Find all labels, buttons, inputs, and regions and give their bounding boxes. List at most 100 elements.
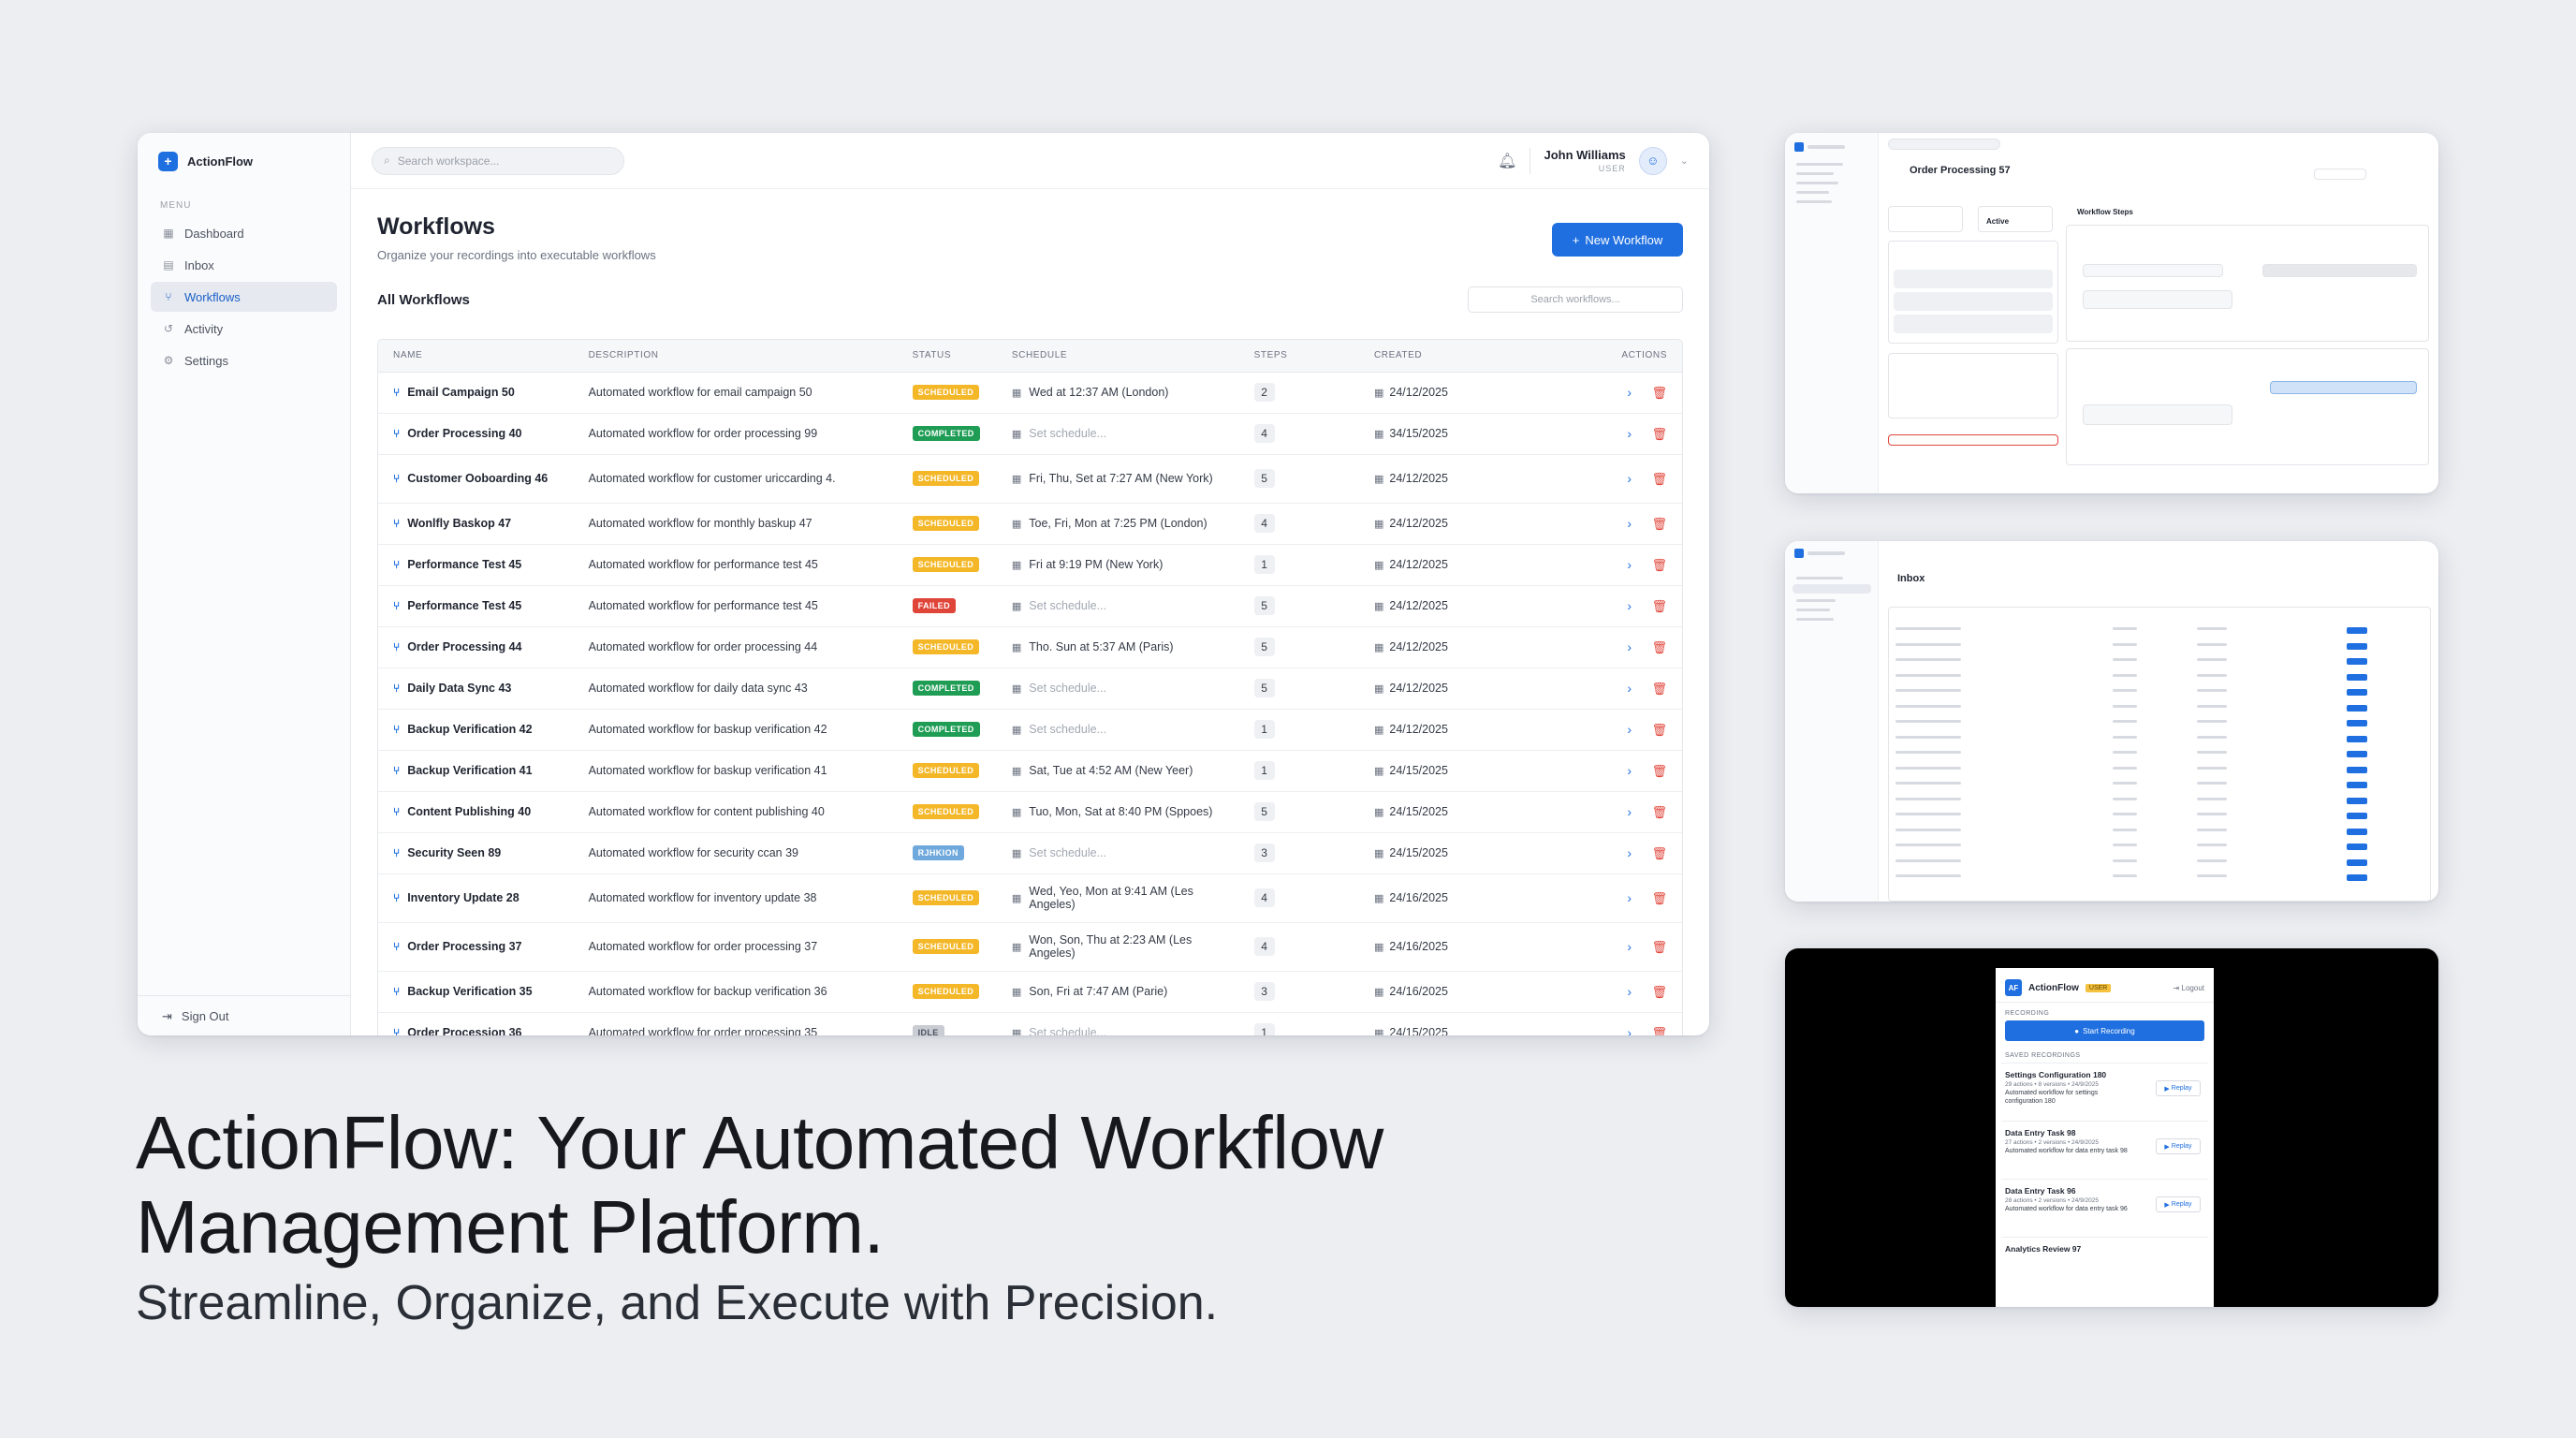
delete-trash-icon[interactable]: 🗑︎ [1651,558,1667,572]
table-row[interactable]: ⑂ Content Publishing 40 Automated workfl… [378,791,1682,833]
schedule-cell[interactable]: ▦ Sat, Tue at 4:52 AM (New Yeer) [1012,764,1239,777]
column-header-name[interactable]: NAME [378,340,574,373]
inbox-action-button[interactable] [2347,689,2367,696]
delete-trash-icon[interactable]: 🗑︎ [1651,1026,1667,1036]
table-row[interactable]: ⑂ Order Processing 44 Automated workflow… [378,626,1682,668]
workspace-search-input[interactable]: ⌕ Search workspace... [372,146,624,175]
delete-trash-icon[interactable]: 🗑︎ [1651,846,1667,860]
replay-button[interactable]: ▶ Replay [2156,1138,2201,1154]
delete-trash-icon[interactable]: 🗑︎ [1651,723,1667,737]
delete-trash-icon[interactable]: 🗑︎ [1651,599,1667,613]
delete-trash-icon[interactable]: 🗑︎ [1651,764,1667,778]
column-header-steps[interactable]: STEPS [1238,340,1359,373]
popup-logout-button[interactable]: ⇥ Logout [2174,984,2204,992]
open-workflow-chevron-icon[interactable]: › [1627,804,1632,819]
workflow-search-input[interactable]: Search workflows... [1468,286,1683,313]
workflow-name[interactable]: Security Seen 89 [407,846,501,859]
inbox-action-button[interactable] [2347,704,2367,712]
workflow-name[interactable]: Backup Verification 41 [407,764,532,777]
table-row[interactable]: ⑂ Order Processing 37 Automated workflow… [378,922,1682,972]
schedule-cell[interactable]: ▦ Set schedule... [1012,599,1239,612]
user-info[interactable]: John Williams USER [1544,148,1625,173]
sidebar-item-workflows[interactable]: ⑂ Workflows [151,282,337,312]
inbox-action-button[interactable] [2347,874,2367,881]
delete-trash-icon[interactable]: 🗑︎ [1651,682,1667,696]
workflow-name[interactable]: Email Campaign 50 [407,386,515,399]
schedule-cell[interactable]: ▦ Won, Son, Thu at 2:23 AM (Les Angeles) [1012,933,1239,960]
start-recording-button[interactable]: ● Start Recording [2005,1020,2204,1041]
table-row[interactable]: ⑂ Performance Test 45 Automated workflow… [378,544,1682,586]
table-row[interactable]: ⑂ Email Campaign 50 Automated workflow f… [378,372,1682,414]
workflow-name[interactable]: Backup Verification 42 [407,723,532,736]
open-workflow-chevron-icon[interactable]: › [1627,557,1632,572]
delete-trash-icon[interactable]: 🗑︎ [1651,640,1667,654]
open-workflow-chevron-icon[interactable]: › [1627,598,1632,613]
column-header-created[interactable]: CREATED [1358,340,1570,373]
open-workflow-chevron-icon[interactable]: › [1627,939,1632,954]
saved-recording-item[interactable]: Settings Configuration 180 29 actions • 8… [2001,1063,2208,1121]
inbox-action-button[interactable] [2347,751,2367,757]
saved-recording-item[interactable]: Data Entry Task 98 27 actions • 2 version… [2001,1121,2208,1179]
new-workflow-button[interactable]: + New Workflow [1552,223,1683,257]
table-row[interactable]: ⑂ Backup Verification 41 Automated workf… [378,750,1682,792]
table-row[interactable]: ⑂ Inventory Update 28 Automated workflow… [378,873,1682,923]
column-header-actions[interactable]: ACTIONS [1569,340,1682,373]
table-row[interactable]: ⑂ Wonlfly Baskop 47 Automated workflow f… [378,503,1682,545]
open-workflow-chevron-icon[interactable]: › [1627,471,1632,486]
table-row[interactable]: ⑂ Performance Test 45 Automated workflow… [378,585,1682,627]
user-avatar-icon[interactable]: ☺ [1638,146,1667,175]
workflow-name[interactable]: Content Publishing 40 [407,805,531,818]
inbox-action-button[interactable] [2347,642,2367,650]
inbox-action-button[interactable] [2347,844,2367,850]
table-row[interactable]: ⑂ Security Seen 89 Automated workflow fo… [378,832,1682,874]
open-workflow-chevron-icon[interactable]: › [1627,385,1632,400]
schedule-cell[interactable]: ▦ Tuo, Mon, Sat at 8:40 PM (Sppoes) [1012,805,1239,818]
sidebar-item-dashboard[interactable]: ▦ Dashboard [151,218,337,248]
chevron-down-icon[interactable]: ⌄ [1680,154,1689,167]
inbox-action-button[interactable] [2347,720,2367,726]
workflow-name[interactable]: Performance Test 45 [407,558,521,571]
inbox-action-button[interactable] [2347,673,2367,681]
workflow-name[interactable]: Customer Ooboarding 46 [407,472,548,485]
schedule-cell[interactable]: ▦ Fri, Thu, Set at 7:27 AM (New York) [1012,472,1239,485]
inbox-action-button[interactable] [2347,766,2367,773]
schedule-cell[interactable]: ▦ Toe, Fri, Mon at 7:25 PM (London) [1012,517,1239,530]
delete-trash-icon[interactable]: 🗑︎ [1651,517,1667,531]
inbox-action-button[interactable] [2347,658,2367,665]
column-header-schedule[interactable]: SCHEDULE [996,340,1239,373]
delete-trash-icon[interactable]: 🗑︎ [1651,940,1667,954]
workflow-name[interactable]: Inventory Update 28 [407,891,519,904]
workflow-name[interactable]: Daily Data Sync 43 [407,682,511,695]
table-row[interactable]: ⑂ Backup Verification 35 Automated workf… [378,971,1682,1013]
open-workflow-chevron-icon[interactable]: › [1627,681,1632,696]
delete-trash-icon[interactable]: 🗑︎ [1651,985,1667,999]
table-row[interactable]: ⑂ Daily Data Sync 43 Automated workflow … [378,668,1682,710]
open-workflow-chevron-icon[interactable]: › [1627,516,1632,531]
table-row[interactable]: ⑂ Customer Ooboarding 46 Automated workf… [378,454,1682,504]
brand[interactable]: + ActionFlow [138,133,350,189]
workflow-name[interactable]: Performance Test 45 [407,599,521,612]
open-workflow-chevron-icon[interactable]: › [1627,722,1632,737]
workflow-name[interactable]: Backup Verification 35 [407,985,532,998]
notification-bell-icon[interactable]: 🔔︎ [1498,152,1516,170]
delete-trash-icon[interactable]: 🗑︎ [1651,386,1667,400]
schedule-cell[interactable]: ▦ Set schedule... [1012,682,1239,695]
column-header-description[interactable]: DESCRIPTION [573,340,898,373]
schedule-cell[interactable]: ▦ Set schedule... [1012,1026,1239,1035]
inbox-action-button[interactable] [2347,813,2367,819]
open-workflow-chevron-icon[interactable]: › [1627,1025,1632,1036]
workflow-name[interactable]: Order Processing 37 [407,940,521,953]
delete-trash-icon[interactable]: 🗑︎ [1651,891,1667,905]
sidebar-item-settings[interactable]: ⚙ Settings [151,345,337,375]
schedule-cell[interactable]: ▦ Wed at 12:37 AM (London) [1012,386,1239,399]
workflow-name[interactable]: Order Procession 36 [407,1026,521,1035]
workflow-name[interactable]: Order Processing 40 [407,427,521,440]
delete-trash-icon[interactable]: 🗑︎ [1651,427,1667,441]
open-workflow-chevron-icon[interactable]: › [1627,890,1632,905]
saved-recording-item[interactable]: Data Entry Task 96 28 actions • 2 version… [2001,1179,2208,1237]
inbox-action-button[interactable] [2347,858,2367,866]
open-workflow-chevron-icon[interactable]: › [1627,845,1632,860]
schedule-cell[interactable]: ▦ Wed, Yeo, Mon at 9:41 AM (Les Angeles) [1012,885,1239,911]
inbox-action-button[interactable] [2347,782,2367,788]
column-header-status[interactable]: STATUS [897,340,997,373]
